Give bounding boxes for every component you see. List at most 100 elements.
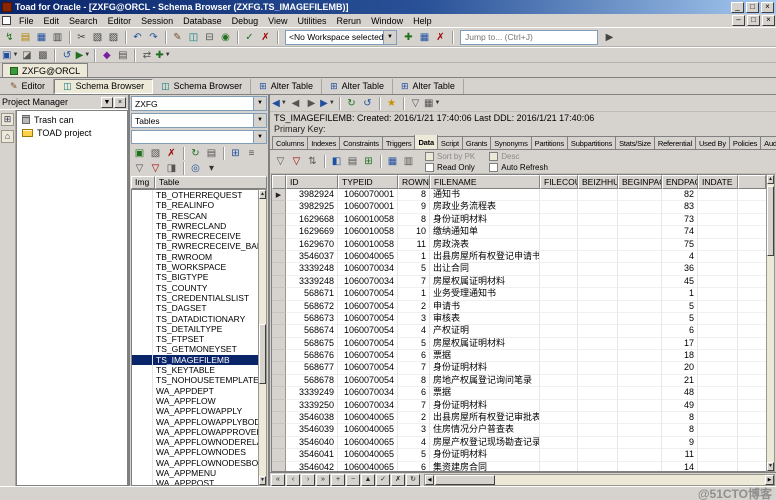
connection-tab[interactable]: ZXFG@ORCL bbox=[2, 63, 88, 77]
workspace-dropdown-caret-icon[interactable]: ▼ bbox=[383, 31, 396, 44]
print-grid-icon[interactable]: ▥ bbox=[401, 154, 416, 169]
option-read-only[interactable]: Read Only bbox=[425, 163, 475, 172]
cancel-edit-icon[interactable]: ✗ bbox=[391, 474, 405, 486]
project-manager-close-icon[interactable]: × bbox=[114, 97, 126, 108]
table-list-item[interactable]: TB_REALINFO bbox=[132, 200, 258, 210]
cell-beizhhu[interactable] bbox=[578, 325, 618, 337]
cell-typeid[interactable]: 1060040065 bbox=[338, 251, 398, 263]
cell-beginpage[interactable] bbox=[618, 338, 662, 350]
tab-auditing[interactable]: Auditing bbox=[760, 136, 776, 149]
cell-filecount[interactable] bbox=[540, 214, 578, 226]
table-list-item[interactable]: WA_APPFLOWAPPROVED bbox=[132, 427, 258, 437]
prev-object-icon[interactable]: ◀ bbox=[288, 96, 303, 111]
table-list-item[interactable]: TS_GETMONEYSET bbox=[132, 344, 258, 354]
cell-filecount[interactable] bbox=[540, 462, 578, 471]
cell-filename[interactable]: 业务受理通知书 bbox=[430, 288, 540, 300]
cell-filecount[interactable] bbox=[540, 424, 578, 436]
cell-endpage[interactable]: 17 bbox=[662, 338, 698, 350]
cell-endpage[interactable]: 8 bbox=[662, 424, 698, 436]
pm-computer-icon[interactable]: ⌂ bbox=[1, 130, 14, 143]
table-row[interactable]: 56867810600700548房地产权属登记询问笔录21 bbox=[272, 375, 766, 387]
grid-scroll-up-icon[interactable]: ▲ bbox=[767, 175, 774, 184]
menu-item-help[interactable]: Help bbox=[408, 16, 437, 26]
table-list-item[interactable]: WA_APPFLOWNODERELATION bbox=[132, 437, 258, 447]
table-row[interactable]: ▶398292410600700018通知书82 bbox=[272, 189, 766, 201]
cell-rowno[interactable]: 9 bbox=[398, 201, 430, 213]
cell-typeid[interactable]: 1060010058 bbox=[338, 239, 398, 251]
menu-item-session[interactable]: Session bbox=[136, 16, 178, 26]
cell-filename[interactable]: 身份证明材料 bbox=[430, 214, 540, 226]
cell-beginpage[interactable] bbox=[618, 313, 662, 325]
jump-go-icon[interactable]: ▶ bbox=[602, 30, 617, 45]
table-row[interactable]: 333925010600700347身份证明材料49 bbox=[272, 400, 766, 412]
child-close-button[interactable]: × bbox=[762, 15, 775, 26]
cell-beizhhu[interactable] bbox=[578, 362, 618, 374]
menu-item-rerun[interactable]: Rerun bbox=[332, 16, 367, 26]
print-icon[interactable]: ▥ bbox=[50, 30, 65, 45]
table-row[interactable]: 333924810600700345出让合同36 bbox=[272, 263, 766, 275]
table-row[interactable]: 354603710600400651出县房屋所有权登记申请书4 bbox=[272, 251, 766, 263]
cell-typeid[interactable]: 1060070054 bbox=[338, 338, 398, 350]
table-row[interactable]: 1629669106001005810缴纳通知单74 bbox=[272, 226, 766, 238]
table-list-item[interactable]: TS_DAGSET bbox=[132, 303, 258, 313]
cancel-filter-data-icon[interactable]: ▽ bbox=[289, 154, 304, 169]
cell-filename[interactable]: 票据 bbox=[430, 387, 540, 399]
cell-endpage[interactable]: 48 bbox=[662, 387, 698, 399]
grid-header-rowno[interactable]: ROWNO bbox=[398, 175, 430, 189]
sort-data-icon[interactable]: ⇅ bbox=[305, 154, 320, 169]
cell-id[interactable]: 568676 bbox=[286, 350, 338, 362]
tab-columns[interactable]: Columns bbox=[272, 136, 308, 149]
cell-endpage[interactable]: 9 bbox=[662, 437, 698, 449]
cell-rowno[interactable]: 8 bbox=[398, 214, 430, 226]
undo-icon[interactable]: ↶ bbox=[130, 30, 145, 45]
cell-beginpage[interactable] bbox=[618, 239, 662, 251]
popup-editor-icon[interactable]: ▤ bbox=[345, 154, 360, 169]
scroll-up-icon[interactable]: ▲ bbox=[259, 190, 266, 199]
menu-item-window[interactable]: Window bbox=[366, 16, 408, 26]
window-tab-alter-table-5[interactable]: ⊞Alter Table bbox=[393, 79, 464, 94]
cell-filename[interactable]: 出县房屋所有权登记审批表 bbox=[430, 412, 540, 424]
cell-beginpage[interactable] bbox=[618, 226, 662, 238]
table-row[interactable]: 354603810600400652出县房屋所有权登记审批表8 bbox=[272, 412, 766, 424]
grid-header-beizhhu[interactable]: BEIZHHU bbox=[578, 175, 618, 189]
insert-record-icon[interactable]: + bbox=[331, 474, 345, 486]
cell-id[interactable]: 3546041 bbox=[286, 449, 338, 461]
table-row[interactable]: 162966810600100588身份证明材料73 bbox=[272, 214, 766, 226]
cell-typeid[interactable]: 1060040065 bbox=[338, 449, 398, 461]
grid-scroll-track[interactable] bbox=[767, 184, 774, 462]
cell-beginpage[interactable] bbox=[618, 362, 662, 374]
cell-id[interactable]: 568677 bbox=[286, 362, 338, 374]
cell-filename[interactable]: 申请书 bbox=[430, 301, 540, 313]
copy-icon[interactable]: ▧ bbox=[90, 30, 105, 45]
tab-referential[interactable]: Referential bbox=[654, 136, 696, 149]
cell-id[interactable]: 568672 bbox=[286, 301, 338, 313]
menu-item-file[interactable]: File bbox=[14, 16, 39, 26]
minimize-button[interactable]: _ bbox=[731, 2, 744, 13]
cell-filename[interactable]: 出县房屋所有权登记申请书 bbox=[430, 251, 540, 263]
table-list-item[interactable]: WA_APPFLOWAPPLY bbox=[132, 406, 258, 416]
cell-filecount[interactable] bbox=[540, 437, 578, 449]
cell-typeid[interactable]: 1060070054 bbox=[338, 350, 398, 362]
cell-id[interactable]: 3339248 bbox=[286, 263, 338, 275]
cell-indate[interactable] bbox=[698, 338, 738, 350]
cut-icon[interactable]: ✂ bbox=[74, 30, 89, 45]
cell-indate[interactable] bbox=[698, 189, 738, 201]
cell-filecount[interactable] bbox=[540, 263, 578, 275]
cell-filename[interactable]: 通知书 bbox=[430, 189, 540, 201]
history-back-icon[interactable]: ◀▼ bbox=[272, 96, 287, 111]
cell-indate[interactable] bbox=[698, 301, 738, 313]
cell-typeid[interactable]: 1060070034 bbox=[338, 400, 398, 412]
cell-endpage[interactable]: 82 bbox=[662, 189, 698, 201]
favorites-icon[interactable]: ★ bbox=[384, 96, 399, 111]
cell-beginpage[interactable] bbox=[618, 375, 662, 387]
cell-rowno[interactable]: 1 bbox=[398, 251, 430, 263]
cell-id[interactable]: 3339249 bbox=[286, 387, 338, 399]
filter-data-icon[interactable]: ▽ bbox=[273, 154, 288, 169]
cell-filecount[interactable] bbox=[540, 226, 578, 238]
cell-indate[interactable] bbox=[698, 313, 738, 325]
cell-indate[interactable] bbox=[698, 288, 738, 300]
cell-endpage[interactable]: 75 bbox=[662, 239, 698, 251]
cell-endpage[interactable]: 1 bbox=[662, 288, 698, 300]
cell-beginpage[interactable] bbox=[618, 301, 662, 313]
history-forward-icon[interactable]: ▶▼ bbox=[320, 96, 335, 111]
